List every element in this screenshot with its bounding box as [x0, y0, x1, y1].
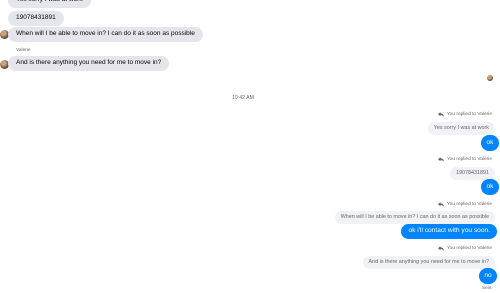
replied-to-label: You replied to Valerie — [437, 157, 492, 162]
reply-arrow-icon — [437, 202, 444, 207]
outgoing-message[interactable]: ok i'll contact with you soon. — [401, 224, 497, 239]
read-receipt-avatar — [487, 75, 493, 81]
reply-arrow-icon — [437, 157, 444, 162]
outgoing-message[interactable]: ok — [481, 135, 499, 151]
replied-to-label: You replied to Valerie — [437, 112, 492, 117]
quoted-message[interactable]: And is there anything you need for me to… — [362, 256, 495, 269]
incoming-message[interactable]: When will I be able to move in? I can do… — [8, 27, 203, 42]
reply-arrow-icon — [437, 246, 444, 251]
replied-to-text: You replied to Valerie — [446, 112, 492, 117]
quoted-message[interactable]: When will I be able to move in? I can do… — [334, 211, 495, 224]
replied-to-label: You replied to Valerie — [437, 246, 492, 251]
outgoing-message[interactable]: no — [479, 268, 497, 284]
sender-name: Valerie — [16, 48, 31, 53]
replied-to-text: You replied to Valerie — [446, 202, 492, 207]
message-status: Sent — [482, 285, 492, 290]
incoming-message[interactable]: Yes sorry I was at work — [8, 0, 91, 8]
replied-to-label: You replied to Valerie — [437, 202, 492, 207]
reply-arrow-icon — [437, 112, 444, 117]
replied-to-text: You replied to Valerie — [446, 157, 492, 162]
outgoing-message[interactable]: ok — [481, 179, 499, 195]
incoming-message[interactable]: And is there anything you need for me to… — [8, 56, 170, 71]
time-divider: 10:42 AM — [232, 95, 254, 101]
incoming-message[interactable]: 19078431891 — [8, 11, 64, 26]
replied-to-text: You replied to Valerie — [446, 246, 492, 251]
quoted-message[interactable]: Yes sorry I was at work — [427, 122, 495, 135]
